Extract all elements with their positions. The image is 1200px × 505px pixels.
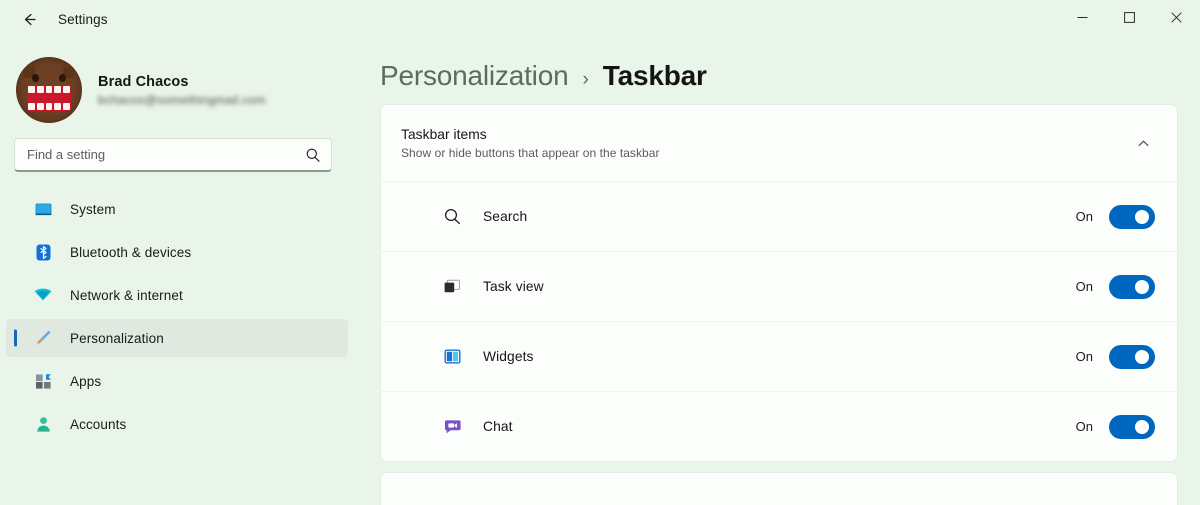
chat-bubble-icon <box>441 416 463 438</box>
chevron-up-icon[interactable] <box>1129 129 1157 157</box>
avatar <box>16 57 82 123</box>
taskbar-row-toggle[interactable] <box>1109 204 1155 229</box>
maximize-button[interactable] <box>1106 0 1153 34</box>
apps-grid-icon <box>32 370 54 392</box>
task-view-icon <box>441 276 463 298</box>
window-controls <box>1059 0 1200 34</box>
taskbar-row-state: On <box>1075 279 1093 294</box>
sidebar-item-system[interactable]: System <box>6 190 348 228</box>
taskbar-row-state: On <box>1075 349 1093 364</box>
taskbar-items-header[interactable]: Taskbar items Show or hide buttons that … <box>381 105 1177 181</box>
search-icon <box>305 147 321 163</box>
search-box[interactable] <box>14 138 332 172</box>
card-subtitle: Show or hide buttons that appear on the … <box>401 145 660 160</box>
sidebar-item-label: System <box>70 201 116 217</box>
account-text: Brad Chacos bchacos@somethingmail.com <box>98 74 266 107</box>
page-title: Taskbar <box>602 60 707 91</box>
settings-window: Settings Brad Chacos bchacos@somethingma… <box>0 0 1200 505</box>
avatar-mouth <box>27 85 71 111</box>
bluetooth-icon <box>32 241 54 263</box>
card-header-text: Taskbar items Show or hide buttons that … <box>401 127 1129 160</box>
search-input[interactable] <box>27 147 305 162</box>
titlebar: Settings <box>0 0 1200 38</box>
taskbar-row-toggle[interactable] <box>1109 414 1155 439</box>
window-title: Settings <box>58 11 108 27</box>
breadcrumb: Personalization › Taskbar <box>360 38 1200 104</box>
selection-indicator <box>14 329 17 347</box>
back-arrow-icon <box>21 11 38 28</box>
sidebar-item-label: Bluetooth & devices <box>70 244 192 260</box>
account-name: Brad Chacos <box>98 73 189 90</box>
taskbar-row-label: Chat <box>483 419 513 434</box>
person-icon <box>32 413 54 435</box>
taskbar-row-toggle[interactable] <box>1109 344 1155 369</box>
next-settings-card[interactable] <box>380 472 1178 505</box>
wifi-icon <box>32 284 54 306</box>
monitor-icon <box>32 198 54 220</box>
sidebar-item-bluetooth-devices[interactable]: Bluetooth & devices <box>6 233 348 271</box>
sidebar: Brad Chacos bchacos@somethingmail.com Fi… <box>0 38 360 505</box>
back-button[interactable] <box>12 5 46 33</box>
card-title: Taskbar items <box>401 126 487 142</box>
breadcrumb-separator: › <box>582 69 589 90</box>
taskbar-row-toggle[interactable] <box>1109 274 1155 299</box>
taskbar-row-label: Search <box>483 209 528 224</box>
account-email: bchacos@somethingmail.com <box>98 92 266 107</box>
main-content: Personalization › Taskbar Taskbar items … <box>360 38 1200 505</box>
minimize-button[interactable] <box>1059 0 1106 34</box>
taskbar-row-state: On <box>1075 209 1093 224</box>
sidebar-nav: System Bluetooth & devices Network & int… <box>0 190 360 443</box>
taskbar-row-chat[interactable]: Chat On <box>381 391 1177 461</box>
account-card[interactable]: Brad Chacos bchacos@somethingmail.com <box>0 38 360 124</box>
sidebar-item-personalization[interactable]: Personalization <box>6 319 348 357</box>
avatar-teeth-bottom <box>28 103 70 110</box>
taskbar-row-task-view[interactable]: Task view On <box>381 251 1177 321</box>
avatar-teeth-top <box>28 86 70 93</box>
taskbar-row-search[interactable]: Search On <box>381 181 1177 251</box>
taskbar-row-state: On <box>1075 419 1093 434</box>
avatar-eye-left <box>32 74 39 82</box>
sidebar-item-label: Apps <box>70 373 102 389</box>
avatar-eye-right <box>59 74 66 82</box>
widgets-icon <box>441 346 463 368</box>
sidebar-item-label: Accounts <box>70 416 127 432</box>
sidebar-item-label: Personalization <box>70 330 164 346</box>
sidebar-item-accounts[interactable]: Accounts <box>6 405 348 443</box>
sidebar-item-apps[interactable]: Apps <box>6 362 348 400</box>
breadcrumb-parent[interactable]: Personalization <box>380 60 569 92</box>
search-icon <box>441 206 463 228</box>
sidebar-item-network-internet[interactable]: Network & internet <box>6 276 348 314</box>
sidebar-item-label: Network & internet <box>70 287 183 303</box>
close-button[interactable] <box>1153 0 1200 34</box>
taskbar-row-widgets[interactable]: Widgets On <box>381 321 1177 391</box>
taskbar-row-label: Widgets <box>483 349 534 364</box>
taskbar-items-card: Taskbar items Show or hide buttons that … <box>380 104 1178 462</box>
taskbar-row-label: Task view <box>483 279 544 294</box>
paintbrush-icon <box>32 327 54 349</box>
